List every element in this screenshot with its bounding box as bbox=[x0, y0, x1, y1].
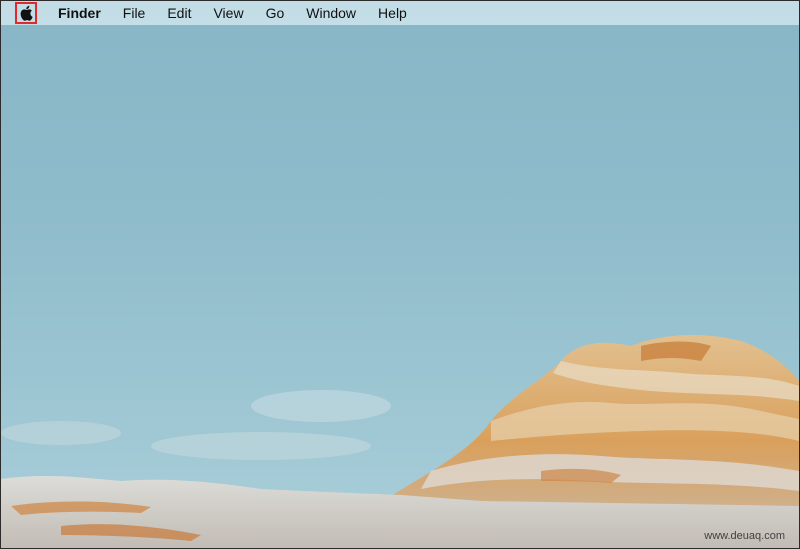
menu-go[interactable]: Go bbox=[255, 1, 296, 25]
menu-file[interactable]: File bbox=[112, 1, 157, 25]
menu-bar: Finder File Edit View Go Window Help bbox=[1, 1, 799, 25]
apple-logo-icon bbox=[20, 5, 33, 21]
menu-finder[interactable]: Finder bbox=[47, 1, 112, 25]
menu-window[interactable]: Window bbox=[295, 1, 367, 25]
menu-help[interactable]: Help bbox=[367, 1, 418, 25]
apple-menu-button[interactable] bbox=[15, 2, 37, 24]
watermark-text: www.deuaq.com bbox=[704, 530, 785, 542]
desktop-screen: Finder File Edit View Go Window Help www… bbox=[0, 0, 800, 549]
menu-edit[interactable]: Edit bbox=[156, 1, 202, 25]
desktop-wallpaper bbox=[1, 334, 799, 548]
menu-view[interactable]: View bbox=[202, 1, 254, 25]
